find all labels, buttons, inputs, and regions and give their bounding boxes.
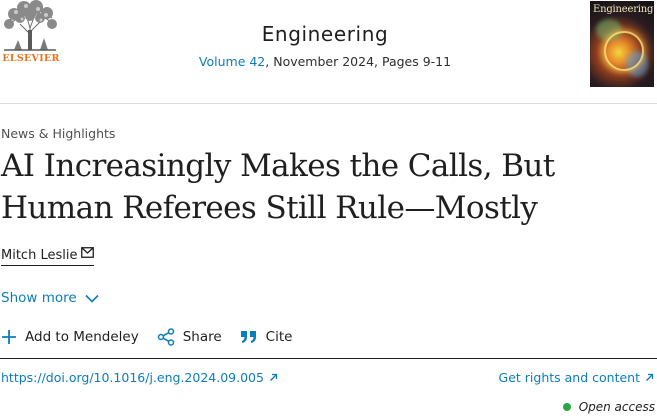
cover-art-shape (604, 31, 644, 71)
add-to-mendeley-button[interactable]: Add to Mendeley (1, 329, 139, 345)
volume-link[interactable]: Volume 42 (199, 54, 265, 69)
external-arrow-icon (646, 373, 654, 381)
open-access-label: Open access (578, 400, 655, 414)
issue-info: Volume 42, November 2024, Pages 9-11 (150, 54, 500, 69)
journal-info: Engineering Volume 42, November 2024, Pa… (150, 22, 500, 69)
issue-details: , November 2024, Pages 9-11 (265, 54, 452, 69)
cite-label: Cite (265, 329, 293, 345)
quote-icon (240, 331, 256, 343)
mendeley-label: Add to Mendeley (25, 329, 139, 345)
journal-cover-image[interactable]: Engineering (590, 1, 654, 87)
open-access-badge: Open access (562, 400, 655, 414)
rights-link[interactable]: Get rights and content (499, 370, 654, 385)
share-button[interactable]: Share (157, 328, 222, 346)
open-access-dot-icon (562, 403, 571, 411)
elsevier-tree-logo-icon (0, 0, 60, 52)
article-actions: Add to Mendeley Share Cite (1, 328, 310, 346)
doi-link[interactable]: https://doi.org/10.1016/j.eng.2024.09.00… (1, 370, 278, 385)
publisher-logo[interactable]: ELSEVIER (0, 0, 60, 68)
journal-title-link[interactable]: Engineering (150, 22, 500, 46)
actions-divider (0, 358, 657, 359)
plus-icon (2, 330, 16, 344)
publisher-name: ELSEVIER (2, 53, 60, 64)
share-label: Share (182, 329, 222, 345)
mail-icon (81, 247, 95, 258)
chevron-down-icon (85, 294, 99, 303)
external-arrow-icon (269, 373, 278, 381)
journal-header: ELSEVIER Engineering Volume 42, November… (0, 0, 657, 104)
doi-text: https://doi.org/10.1016/j.eng.2024.09.00… (1, 370, 264, 385)
share-icon (157, 328, 174, 346)
cite-button[interactable]: Cite (240, 329, 293, 345)
cover-title: Engineering (593, 4, 654, 15)
rights-text: Get rights and content (498, 370, 640, 385)
show-more-button[interactable]: Show more (1, 290, 99, 306)
author-name: Mitch Leslie (1, 248, 78, 263)
author-link[interactable]: Mitch Leslie (1, 247, 95, 266)
header-divider (0, 103, 657, 104)
show-more-label: Show more (1, 290, 77, 306)
article-type: News & Highlights (1, 126, 116, 141)
article-title: AI Increasingly Makes the Calls, But Hum… (1, 148, 555, 226)
